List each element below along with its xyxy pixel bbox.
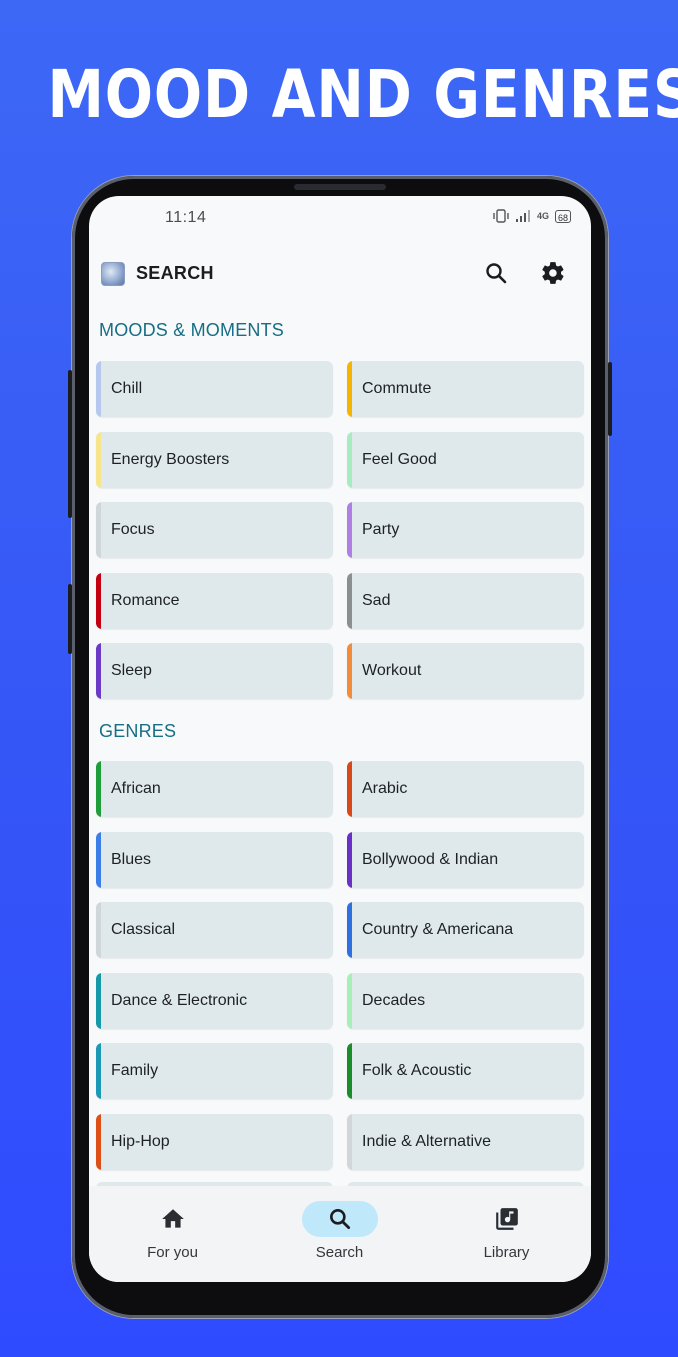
genre-tile[interactable]: Indie & Alternative [347,1113,584,1170]
bottom-navigation: For you Search Library [89,1186,591,1282]
tile-color-bar [96,431,101,488]
status-time: 11:14 [165,209,207,226]
mood-tile[interactable]: Romance [96,572,333,629]
genre-tile[interactable]: African [96,761,333,817]
tile-color-bar [96,831,101,888]
tile-label: Decades [362,991,426,1009]
mood-tile[interactable]: Sleep [96,643,333,699]
tile-label: Focus [111,521,155,538]
tile-color-bar [347,902,352,958]
genre-tile[interactable]: Hip-Hop [96,1113,333,1170]
tile-color-bar [96,502,101,558]
library-music-icon [496,1208,518,1230]
search-icon[interactable] [483,260,509,286]
tile-label: Romance [111,591,180,609]
page-title: SEARCH [136,263,214,283]
tile-color-bar [347,431,352,488]
tile-label: Party [362,521,400,538]
mood-tile[interactable]: Focus [96,502,333,558]
genres-section-title: GENRES [99,721,177,741]
mood-tile[interactable]: Feel Good [347,431,584,488]
tile-color-bar [96,1113,101,1170]
nav-for-you[interactable]: For you [89,1186,256,1282]
vibrate-icon [493,209,509,223]
genre-tile[interactable]: Family [96,1043,333,1099]
volume-up-button [68,370,72,518]
tile-label: Folk & Acoustic [362,1062,472,1079]
tile-color-bar [347,572,352,629]
tile-label: Classical [111,921,176,938]
genre-tile[interactable]: Folk & Acoustic [347,1043,584,1099]
mood-tile[interactable]: Chill [96,361,333,417]
tile-color-bar [96,572,101,629]
genre-tile[interactable]: Arabic [347,761,584,817]
battery-level: 68 [557,212,568,223]
gear-icon[interactable] [540,260,566,286]
tile-label: Country & Americana [362,921,514,938]
search-icon [330,1209,351,1230]
genre-tile[interactable]: Bollywood & Indian [347,831,584,888]
tile-color-bar [96,972,101,1029]
tile-label: Hip-Hop [111,1132,170,1150]
tile-color-bar [347,1043,352,1099]
tile-label: Chill [111,380,143,397]
tile-label: Commute [362,380,432,397]
mood-tile[interactable]: Party [347,502,584,558]
genre-tile[interactable]: Classical [96,902,333,958]
tile-label: Arabic [362,780,408,797]
nav-label: Library [483,1244,530,1261]
genre-tile[interactable]: Dance & Electronic [96,972,333,1029]
tile-color-bar [347,502,352,558]
genre-tile[interactable]: Blues [96,831,333,888]
tile-color-bar [347,643,352,699]
tile-label: Energy Boosters [111,450,230,468]
app-bar: SEARCH [89,246,591,300]
tile-label: Bollywood & Indian [362,850,499,868]
tile-color-bar [96,902,101,958]
tile-color-bar [347,761,352,817]
tile-color-bar [347,361,352,417]
network-type: 4G [536,210,549,221]
tile-color-bar [347,1113,352,1170]
mood-tile[interactable]: Energy Boosters [96,431,333,488]
tile-label: African [111,780,161,797]
genre-tile[interactable]: Decades [347,972,584,1029]
tile-color-bar [96,1043,101,1099]
tile-label: Family [111,1062,159,1079]
tile-color-bar [96,643,101,699]
mood-tile[interactable]: Commute [347,361,584,417]
phone-speaker [294,184,386,190]
tile-label: Feel Good [362,450,437,468]
volume-down-button [68,584,72,654]
home-icon [162,1209,184,1228]
tile-label: Blues [111,850,152,868]
nav-search[interactable]: Search [256,1186,423,1282]
battery-icon: 68 [554,209,571,223]
moods-section-title: MOODS & MOMENTS [99,320,285,340]
status-bar: 11:14 4G 68 [89,196,591,236]
phone-screen: 11:14 4G 68 SEARCH MOODS & MOMENTS Chill… [89,196,591,1282]
signal-icon [515,210,530,222]
tile-label: Sleep [111,662,152,679]
nav-library[interactable]: Library [423,1186,590,1282]
genre-tile[interactable]: Country & Americana [347,902,584,958]
mood-tile[interactable]: Workout [347,643,584,699]
tile-color-bar [347,972,352,1029]
app-logo [101,262,125,286]
promo-headline: MOOD AND GENRES [47,56,678,133]
tile-label: Sad [362,591,391,609]
tile-label: Indie & Alternative [362,1132,491,1150]
tile-label: Workout [362,662,422,679]
nav-label: For you [147,1244,198,1261]
mood-tile[interactable]: Sad [347,572,584,629]
tile-color-bar [96,761,101,817]
power-button [608,362,612,436]
nav-label: Search [315,1244,364,1261]
tile-label: Dance & Electronic [111,991,248,1009]
tile-color-bar [347,831,352,888]
tile-color-bar [96,361,101,417]
